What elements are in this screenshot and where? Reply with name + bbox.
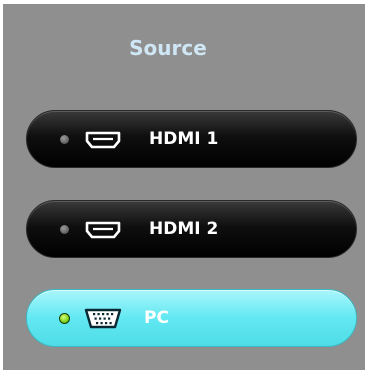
source-option-label: HDMI 2 — [149, 219, 219, 239]
source-menu-panel: Source HDMI 1 HDMI 2 PC — [3, 4, 365, 370]
source-option-label: PC — [144, 308, 169, 328]
source-option-pc[interactable]: PC — [26, 289, 357, 347]
menu-title: Source — [129, 36, 207, 60]
hdmi-port-icon — [85, 131, 121, 149]
hdmi-port-icon — [85, 221, 121, 239]
active-indicator-icon — [59, 313, 70, 324]
source-option-hdmi-1[interactable]: HDMI 1 — [26, 110, 357, 168]
vga-port-icon — [84, 308, 122, 329]
source-option-hdmi-2[interactable]: HDMI 2 — [26, 200, 357, 258]
source-option-label: HDMI 1 — [149, 129, 219, 149]
inactive-indicator-icon — [60, 135, 69, 144]
inactive-indicator-icon — [60, 225, 69, 234]
